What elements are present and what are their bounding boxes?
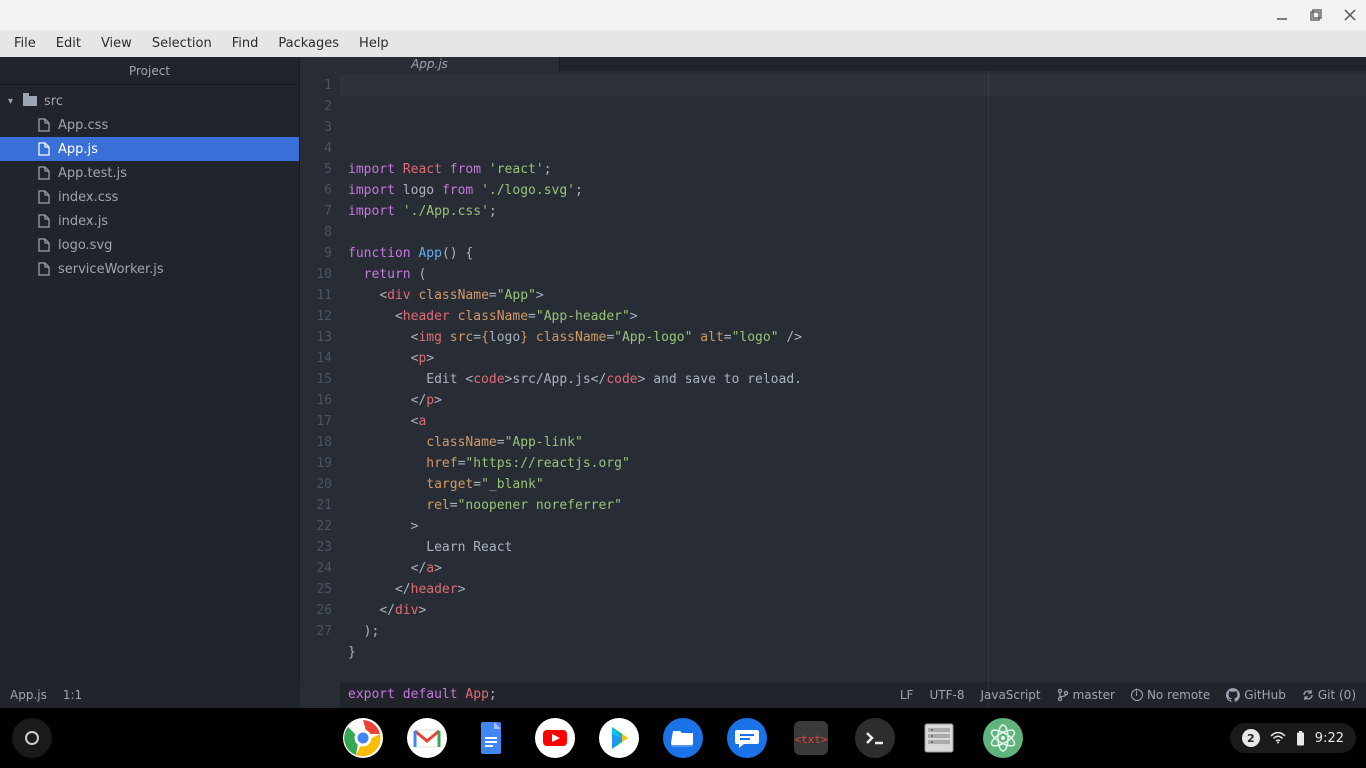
shelf-app-gmail[interactable] bbox=[406, 717, 448, 759]
notification-badge[interactable]: 2 bbox=[1242, 729, 1260, 747]
code-line: export default App; bbox=[348, 684, 1366, 705]
code-line: className="App-link" bbox=[348, 432, 1366, 453]
code-line: <p> bbox=[348, 348, 1366, 369]
shelf-apps: <txt> bbox=[342, 717, 1024, 759]
code-line: Edit <code>src/App.js</code> and save to… bbox=[348, 369, 1366, 390]
launcher-icon bbox=[25, 731, 39, 745]
project-sidebar: Project ▾ src App.css App.js App.test.js in… bbox=[0, 57, 300, 682]
tree-file[interactable]: index.css bbox=[0, 185, 299, 209]
code-line bbox=[348, 222, 1366, 243]
file-tree: ▾ src App.css App.js App.test.js index.css i… bbox=[0, 85, 299, 281]
code-line: import './App.css'; bbox=[348, 201, 1366, 222]
file-label: index.js bbox=[58, 214, 108, 229]
system-tray[interactable]: 2 9:22 bbox=[1230, 723, 1356, 753]
status-filename[interactable]: App.js bbox=[10, 688, 47, 702]
tree-file[interactable]: App.css bbox=[0, 113, 299, 137]
code-line: target="_blank" bbox=[348, 474, 1366, 495]
file-label: logo.svg bbox=[58, 238, 112, 253]
code-line: </div> bbox=[348, 600, 1366, 621]
shelf-app-file-manager[interactable] bbox=[918, 717, 960, 759]
code-line: <img src={logo} className="App-logo" alt… bbox=[348, 327, 1366, 348]
battery-icon bbox=[1296, 731, 1305, 746]
file-label: index.css bbox=[58, 190, 118, 205]
launcher-button[interactable] bbox=[12, 718, 52, 758]
file-label: App.test.js bbox=[58, 166, 127, 181]
editor-body[interactable]: 1234567891011121314151617181920212223242… bbox=[300, 71, 1366, 726]
code-line: </header> bbox=[348, 579, 1366, 600]
code-line: Learn React bbox=[348, 537, 1366, 558]
file-label: App.css bbox=[58, 118, 108, 133]
minimize-button[interactable] bbox=[1274, 7, 1290, 23]
code-line: > bbox=[348, 516, 1366, 537]
wrap-guide bbox=[988, 71, 989, 726]
svg-text:<txt>: <txt> bbox=[794, 733, 827, 746]
os-shelf: <txt> 2 9:22 bbox=[0, 708, 1366, 768]
wifi-icon bbox=[1270, 732, 1286, 744]
file-icon bbox=[36, 166, 52, 180]
code-line: </p> bbox=[348, 390, 1366, 411]
menu-view[interactable]: View bbox=[91, 32, 142, 55]
code-line: function App() { bbox=[348, 243, 1366, 264]
menu-find[interactable]: Find bbox=[222, 32, 269, 55]
shelf-app-docs[interactable] bbox=[470, 717, 512, 759]
window-titlebar bbox=[0, 0, 1366, 30]
shelf-app-chrome[interactable] bbox=[342, 717, 384, 759]
menu-help[interactable]: Help bbox=[349, 32, 399, 55]
tree-file[interactable]: App.test.js bbox=[0, 161, 299, 185]
code-line: href="https://reactjs.org" bbox=[348, 453, 1366, 474]
file-icon bbox=[36, 238, 52, 252]
code-line: import logo from './logo.svg'; bbox=[348, 180, 1366, 201]
menubar: FileEditViewSelectionFindPackagesHelp bbox=[0, 30, 1366, 57]
file-icon bbox=[36, 214, 52, 228]
line-gutter: 1234567891011121314151617181920212223242… bbox=[300, 71, 340, 726]
code-line: return ( bbox=[348, 264, 1366, 285]
code-line: } bbox=[348, 642, 1366, 663]
code-line: </a> bbox=[348, 558, 1366, 579]
shelf-app-files[interactable] bbox=[662, 717, 704, 759]
sidebar-title: Project bbox=[0, 57, 299, 85]
clock: 9:22 bbox=[1315, 731, 1344, 746]
tab-app-js[interactable]: App.js bbox=[300, 57, 560, 71]
tree-folder-src[interactable]: ▾ src bbox=[0, 89, 299, 113]
cursor-line-highlight bbox=[340, 75, 1366, 96]
shelf-app-terminal[interactable] bbox=[854, 717, 896, 759]
file-icon bbox=[36, 262, 52, 276]
tree-file[interactable]: logo.svg bbox=[0, 233, 299, 257]
shelf-app-atom[interactable] bbox=[982, 717, 1024, 759]
shelf-app-messages[interactable] bbox=[726, 717, 768, 759]
tree-file[interactable]: serviceWorker.js bbox=[0, 257, 299, 281]
maximize-button[interactable] bbox=[1308, 7, 1324, 23]
file-label: serviceWorker.js bbox=[58, 262, 164, 277]
editor-pane: App.js 123456789101112131415161718192021… bbox=[300, 57, 1366, 682]
menu-packages[interactable]: Packages bbox=[268, 32, 349, 55]
shelf-app-youtube[interactable] bbox=[534, 717, 576, 759]
file-icon bbox=[36, 190, 52, 204]
info-icon: i bbox=[1131, 689, 1143, 701]
close-button[interactable] bbox=[1342, 7, 1358, 23]
code-line: rel="noopener noreferrer" bbox=[348, 495, 1366, 516]
code-line: ); bbox=[348, 621, 1366, 642]
code-line: <div className="App"> bbox=[348, 285, 1366, 306]
shelf-app-text[interactable]: <txt> bbox=[790, 717, 832, 759]
code-line: import React from 'react'; bbox=[348, 159, 1366, 180]
code-line: <header className="App-header"> bbox=[348, 306, 1366, 327]
code-line: <a bbox=[348, 411, 1366, 432]
menu-selection[interactable]: Selection bbox=[142, 32, 222, 55]
menu-edit[interactable]: Edit bbox=[46, 32, 91, 55]
tree-file[interactable]: App.js bbox=[0, 137, 299, 161]
tree-file[interactable]: index.js bbox=[0, 209, 299, 233]
file-icon bbox=[36, 118, 52, 132]
file-icon bbox=[36, 142, 52, 156]
menu-file[interactable]: File bbox=[4, 32, 46, 55]
code-line bbox=[348, 663, 1366, 684]
main-area: Project ▾ src App.css App.js App.test.js in… bbox=[0, 57, 1366, 682]
folder-label: src bbox=[44, 94, 63, 109]
shelf-app-play[interactable] bbox=[598, 717, 640, 759]
status-cursor[interactable]: 1:1 bbox=[63, 688, 82, 702]
file-label: App.js bbox=[58, 142, 98, 157]
chevron-down-icon: ▾ bbox=[8, 96, 18, 107]
code-area[interactable]: import React from 'react';import logo fr… bbox=[340, 71, 1366, 726]
editor-tabs: App.js bbox=[300, 57, 1366, 71]
folder-icon bbox=[22, 96, 38, 106]
